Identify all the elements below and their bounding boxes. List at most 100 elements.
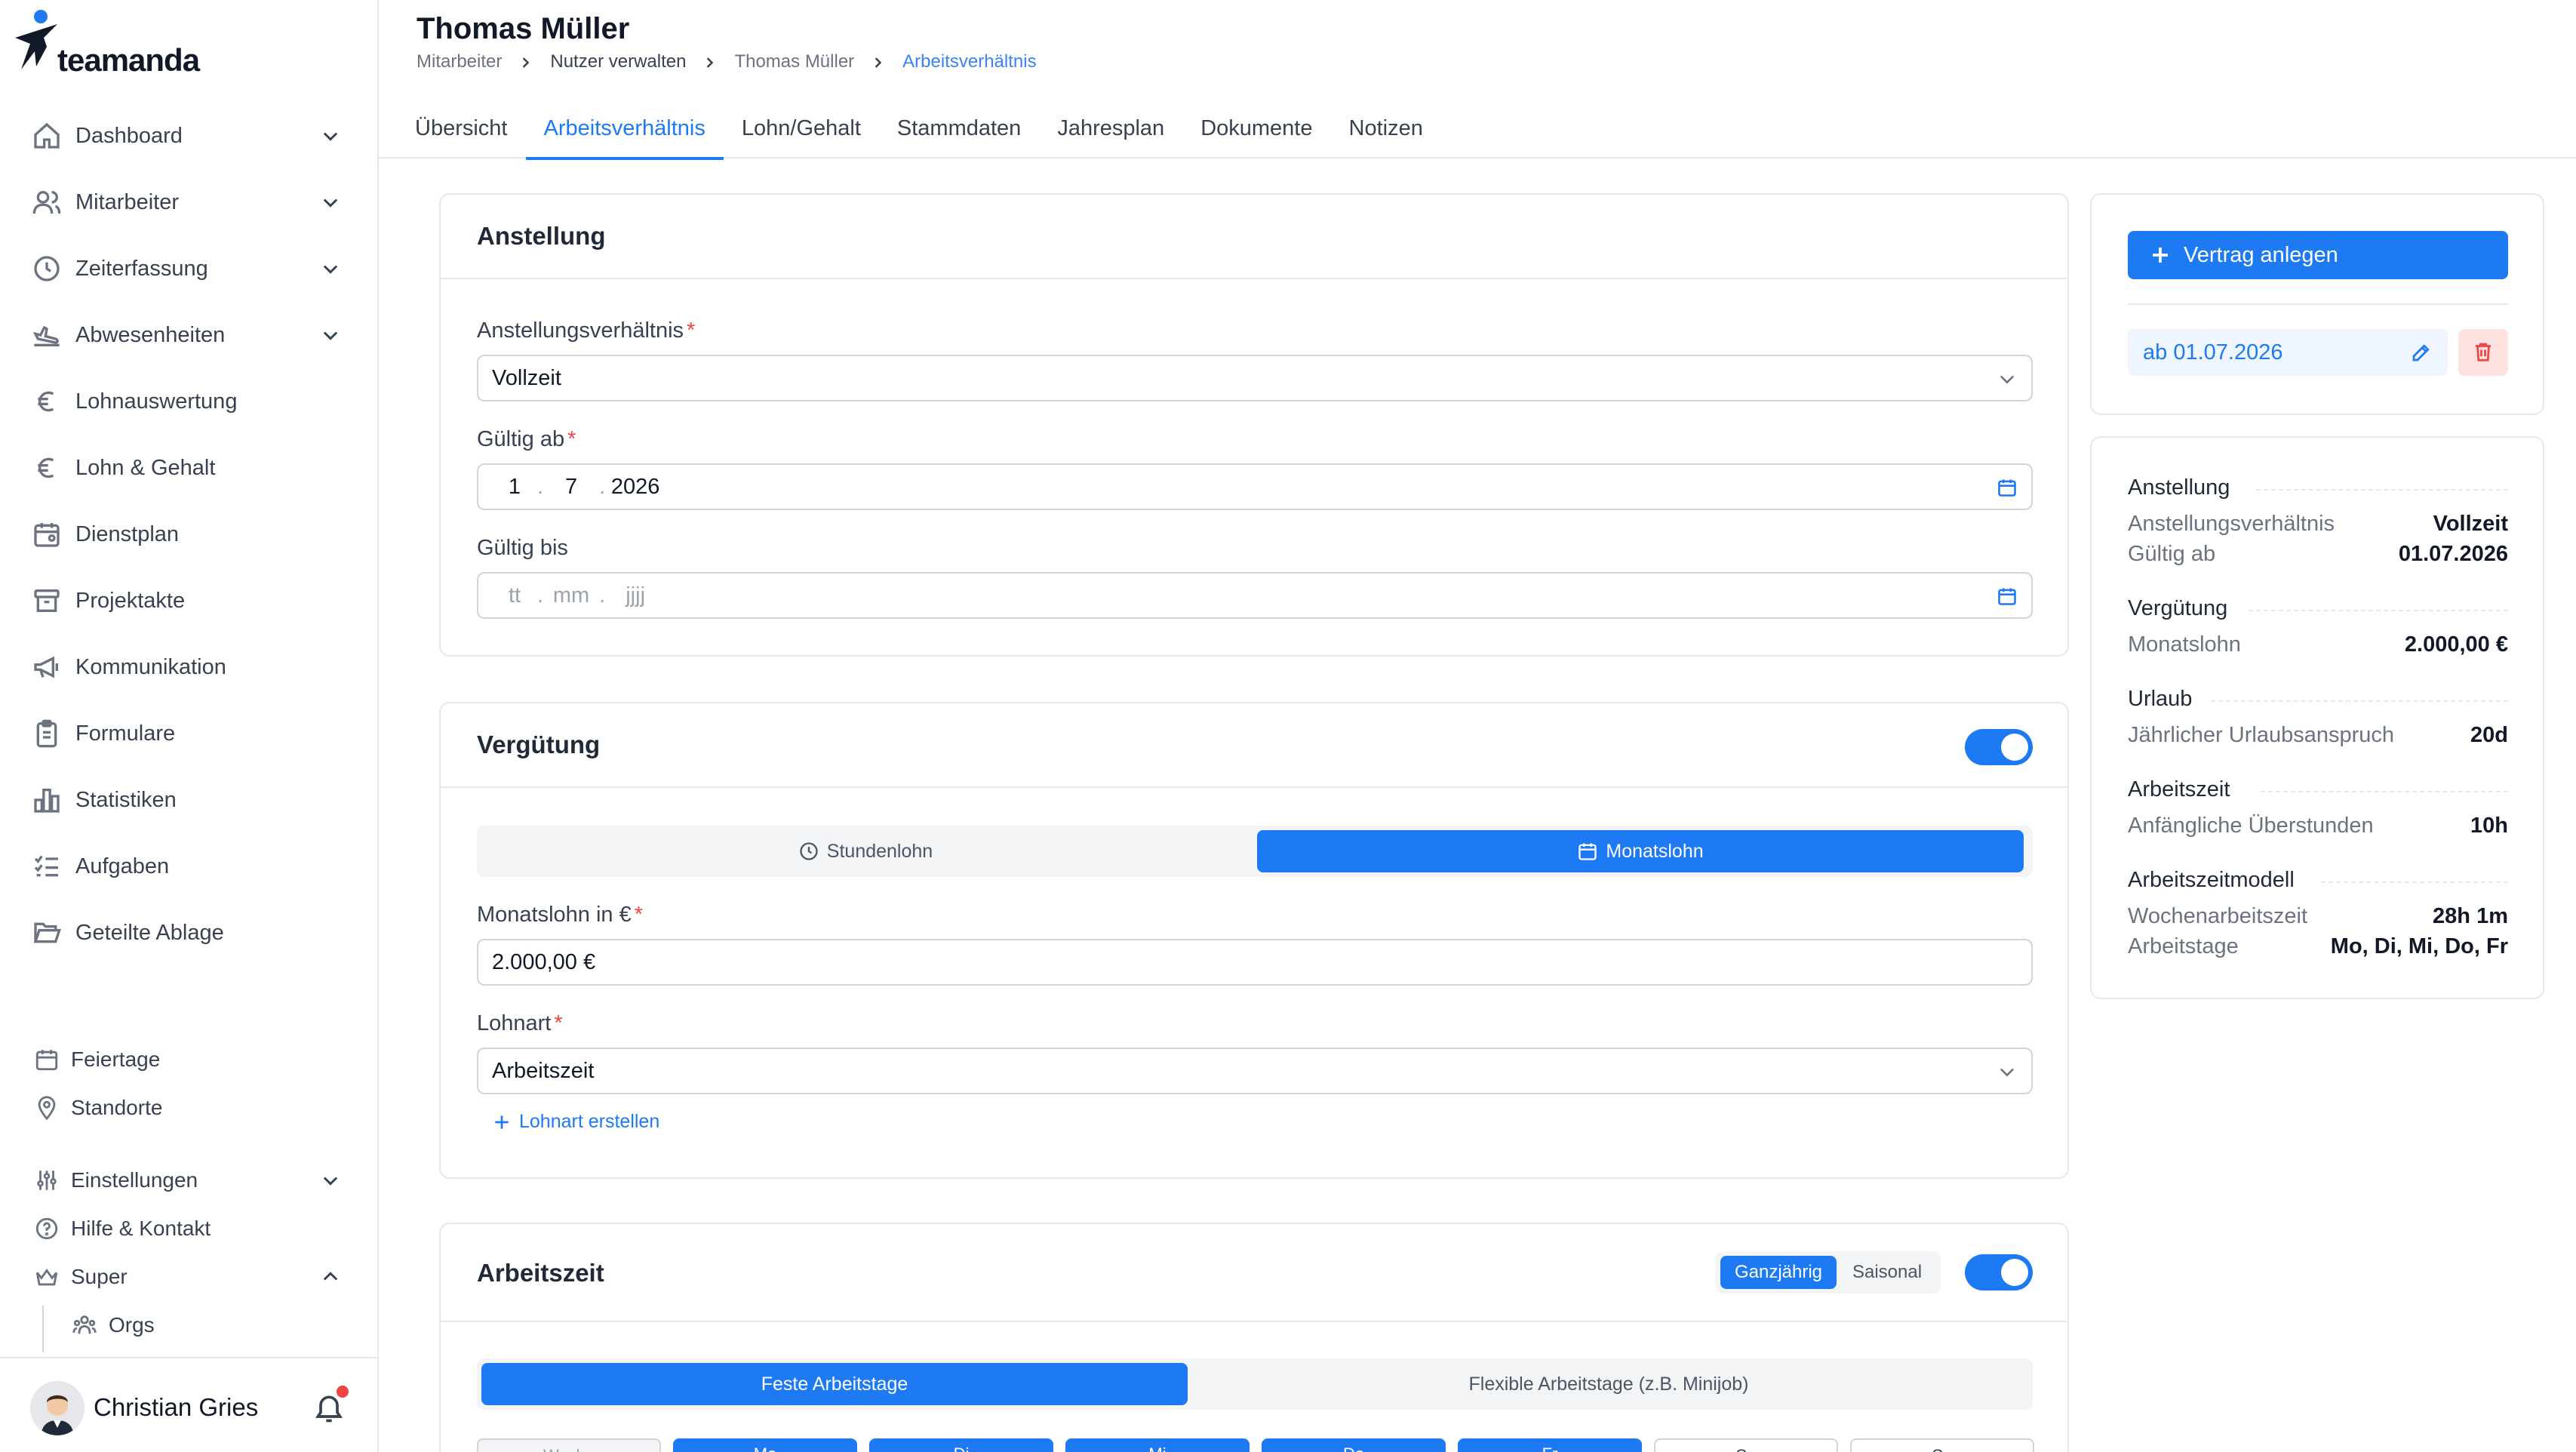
gueltig-ab-date-input[interactable]: 1 . 7 . 2026: [477, 463, 2033, 510]
arbeitszeit-toggle[interactable]: [1965, 1254, 2033, 1290]
sidebar-item-standorte[interactable]: Standorte: [0, 1084, 377, 1132]
tab-notizen[interactable]: Notizen: [1331, 98, 1441, 158]
delete-contract-button[interactable]: [2458, 329, 2508, 376]
tab-jahresplan[interactable]: Jahresplan: [1039, 98, 1182, 158]
day-button-so[interactable]: So: [1850, 1438, 2034, 1452]
summary-row: Jährlicher Urlaubsanspruch 20d: [2128, 723, 2508, 748]
calendar-user-icon: [30, 518, 63, 551]
pencil-icon[interactable]: [2410, 341, 2433, 364]
sidebar-item-statistiken[interactable]: Statistiken: [0, 767, 377, 833]
anstellungsverhaeltnis-label: Anstellungsverhältnis *: [477, 318, 695, 343]
feste-arbeitstage-option[interactable]: Feste Arbeitstage: [481, 1363, 1188, 1405]
avatar[interactable]: [30, 1381, 85, 1435]
chevron-down-icon[interactable]: [320, 1170, 341, 1191]
sidebar-item-hilfe-kontakt[interactable]: Hilfe & Kontakt: [0, 1204, 377, 1253]
section-divider: [2321, 881, 2508, 883]
teamanda-logo[interactable]: teamanda: [14, 8, 210, 80]
sidebar-item-dashboard[interactable]: Dashboard: [0, 103, 377, 169]
avatar-portrait-icon: [30, 1381, 85, 1435]
ganzjaehrig-option[interactable]: Ganzjährig: [1720, 1256, 1837, 1289]
lohnart-label: Lohnart *: [477, 1011, 563, 1036]
card-header: Anstellung: [441, 195, 2067, 279]
sidebar-item-label: Standorte: [71, 1096, 163, 1119]
day-button-mi[interactable]: Mi: [1065, 1438, 1250, 1452]
plus-icon: [2153, 248, 2168, 263]
date-month-placeholder[interactable]: mm: [543, 583, 599, 608]
sidebar-item-projektakte[interactable]: Projektakte: [0, 568, 377, 634]
sidebar: teamanda Dashboard Mitarbeiter Zeiterfas…: [0, 0, 379, 1452]
breadcrumb-item[interactable]: Thomas Müller: [734, 51, 854, 72]
user-name: Christian Gries: [94, 1393, 259, 1421]
day-button-mo[interactable]: Mo: [673, 1438, 857, 1452]
main-nav: Dashboard Mitarbeiter Zeiterfassung Abwe…: [0, 103, 377, 966]
summary-value: 2.000,00 €: [2404, 632, 2508, 657]
monatslohn-option[interactable]: Monatslohn: [1257, 830, 2024, 872]
tab-arbeitsverhaeltnis[interactable]: Arbeitsverhältnis: [525, 98, 724, 160]
label-text: Anstellungsverhältnis: [477, 318, 684, 343]
anstellungsverhaeltnis-select[interactable]: Vollzeit: [477, 355, 2033, 401]
chevron-down-icon[interactable]: [320, 258, 341, 279]
monatslohn-input[interactable]: 2.000,00 €: [477, 939, 2033, 986]
plane-icon: [30, 318, 63, 352]
card-title: Arbeitszeit: [477, 1259, 604, 1287]
chevron-down-icon[interactable]: [320, 192, 341, 213]
card-header: Vergütung: [441, 703, 2067, 788]
day-button-fr[interactable]: Fr: [1458, 1438, 1642, 1452]
user-bar[interactable]: Christian Gries: [0, 1357, 377, 1452]
tab-uebersicht[interactable]: Übersicht: [397, 98, 526, 158]
sidebar-item-lohnauswertung[interactable]: Lohnauswertung: [0, 368, 377, 435]
sidebar-item-abwesenheiten[interactable]: Abwesenheiten: [0, 302, 377, 368]
summary-section-title: Urlaub: [2128, 687, 2193, 711]
sidebar-item-lohn-gehalt[interactable]: Lohn & Gehalt: [0, 435, 377, 501]
calendar-icon[interactable]: [1997, 586, 2018, 607]
day-button-woche[interactable]: Woche: [477, 1438, 661, 1452]
breadcrumb: Mitarbeiter Nutzer verwalten Thomas Müll…: [417, 51, 1037, 72]
gueltig-ab-label: Gültig ab *: [477, 427, 576, 452]
stundenlohn-option[interactable]: Stundenlohn: [481, 830, 1250, 872]
tab-lohn-gehalt[interactable]: Lohn/Gehalt: [724, 98, 879, 158]
lohnart-erstellen-link[interactable]: Lohnart erstellen: [492, 1111, 659, 1133]
date-separator: .: [537, 474, 544, 499]
date-day[interactable]: 1: [492, 475, 537, 500]
saisonal-option[interactable]: Saisonal: [1838, 1256, 1936, 1289]
sidebar-item-einstellungen[interactable]: Einstellungen: [0, 1156, 377, 1204]
day-button-di[interactable]: Di: [869, 1438, 1053, 1452]
sidebar-item-geteilte-ablage[interactable]: Geteilte Ablage: [0, 900, 377, 966]
sidebar-item-super[interactable]: Super: [0, 1253, 377, 1301]
lohnart-select[interactable]: Arbeitszeit: [477, 1047, 2033, 1094]
breadcrumb-item[interactable]: Nutzer verwalten: [550, 51, 686, 72]
euro-icon: [30, 385, 63, 418]
sidebar-item-label: Lohnauswertung: [75, 389, 238, 414]
calendar-icon[interactable]: [1997, 477, 2018, 498]
date-year-placeholder[interactable]: jjjj: [605, 583, 666, 608]
sidebar-item-aufgaben[interactable]: Aufgaben: [0, 833, 377, 900]
sidebar-item-zeiterfassung[interactable]: Zeiterfassung: [0, 235, 377, 302]
day-button-sa[interactable]: Sa: [1654, 1438, 1838, 1452]
verguetung-toggle[interactable]: [1965, 729, 2033, 765]
chevron-down-icon[interactable]: [320, 125, 341, 146]
sidebar-item-orgs[interactable]: Orgs: [0, 1301, 377, 1349]
sidebar-item-mitarbeiter[interactable]: Mitarbeiter: [0, 169, 377, 235]
sidebar-item-feiertage[interactable]: Feiertage: [0, 1035, 377, 1084]
vertrag-anlegen-button[interactable]: Vertrag anlegen: [2128, 231, 2508, 279]
option-label: Stundenlohn: [826, 840, 933, 862]
date-year[interactable]: 2026: [605, 475, 666, 500]
clipboard-icon: [30, 717, 63, 750]
contract-version-item[interactable]: ab 01.07.2026: [2128, 329, 2448, 376]
tab-dokumente[interactable]: Dokumente: [1182, 98, 1330, 158]
date-day-placeholder[interactable]: tt: [492, 583, 537, 608]
date-month[interactable]: 7: [543, 475, 599, 500]
chevron-up-icon[interactable]: [320, 1266, 341, 1287]
tab-stammdaten[interactable]: Stammdaten: [879, 98, 1039, 158]
breadcrumb-item[interactable]: Mitarbeiter: [417, 51, 502, 72]
chevron-down-icon[interactable]: [320, 325, 341, 346]
day-button-do[interactable]: Do: [1262, 1438, 1446, 1452]
summary-row: Gültig ab 01.07.2026: [2128, 542, 2508, 567]
flexible-arbeitstage-option[interactable]: Flexible Arbeitstage (z.B. Minijob): [1189, 1363, 2028, 1405]
gueltig-bis-date-input[interactable]: tt . mm . jjjj: [477, 572, 2033, 619]
summary-value: 20d: [2470, 723, 2508, 747]
sidebar-item-kommunikation[interactable]: Kommunikation: [0, 634, 377, 700]
sidebar-item-formulare[interactable]: Formulare: [0, 700, 377, 767]
section-divider: [2211, 700, 2508, 702]
sidebar-item-dienstplan[interactable]: Dienstplan: [0, 501, 377, 568]
